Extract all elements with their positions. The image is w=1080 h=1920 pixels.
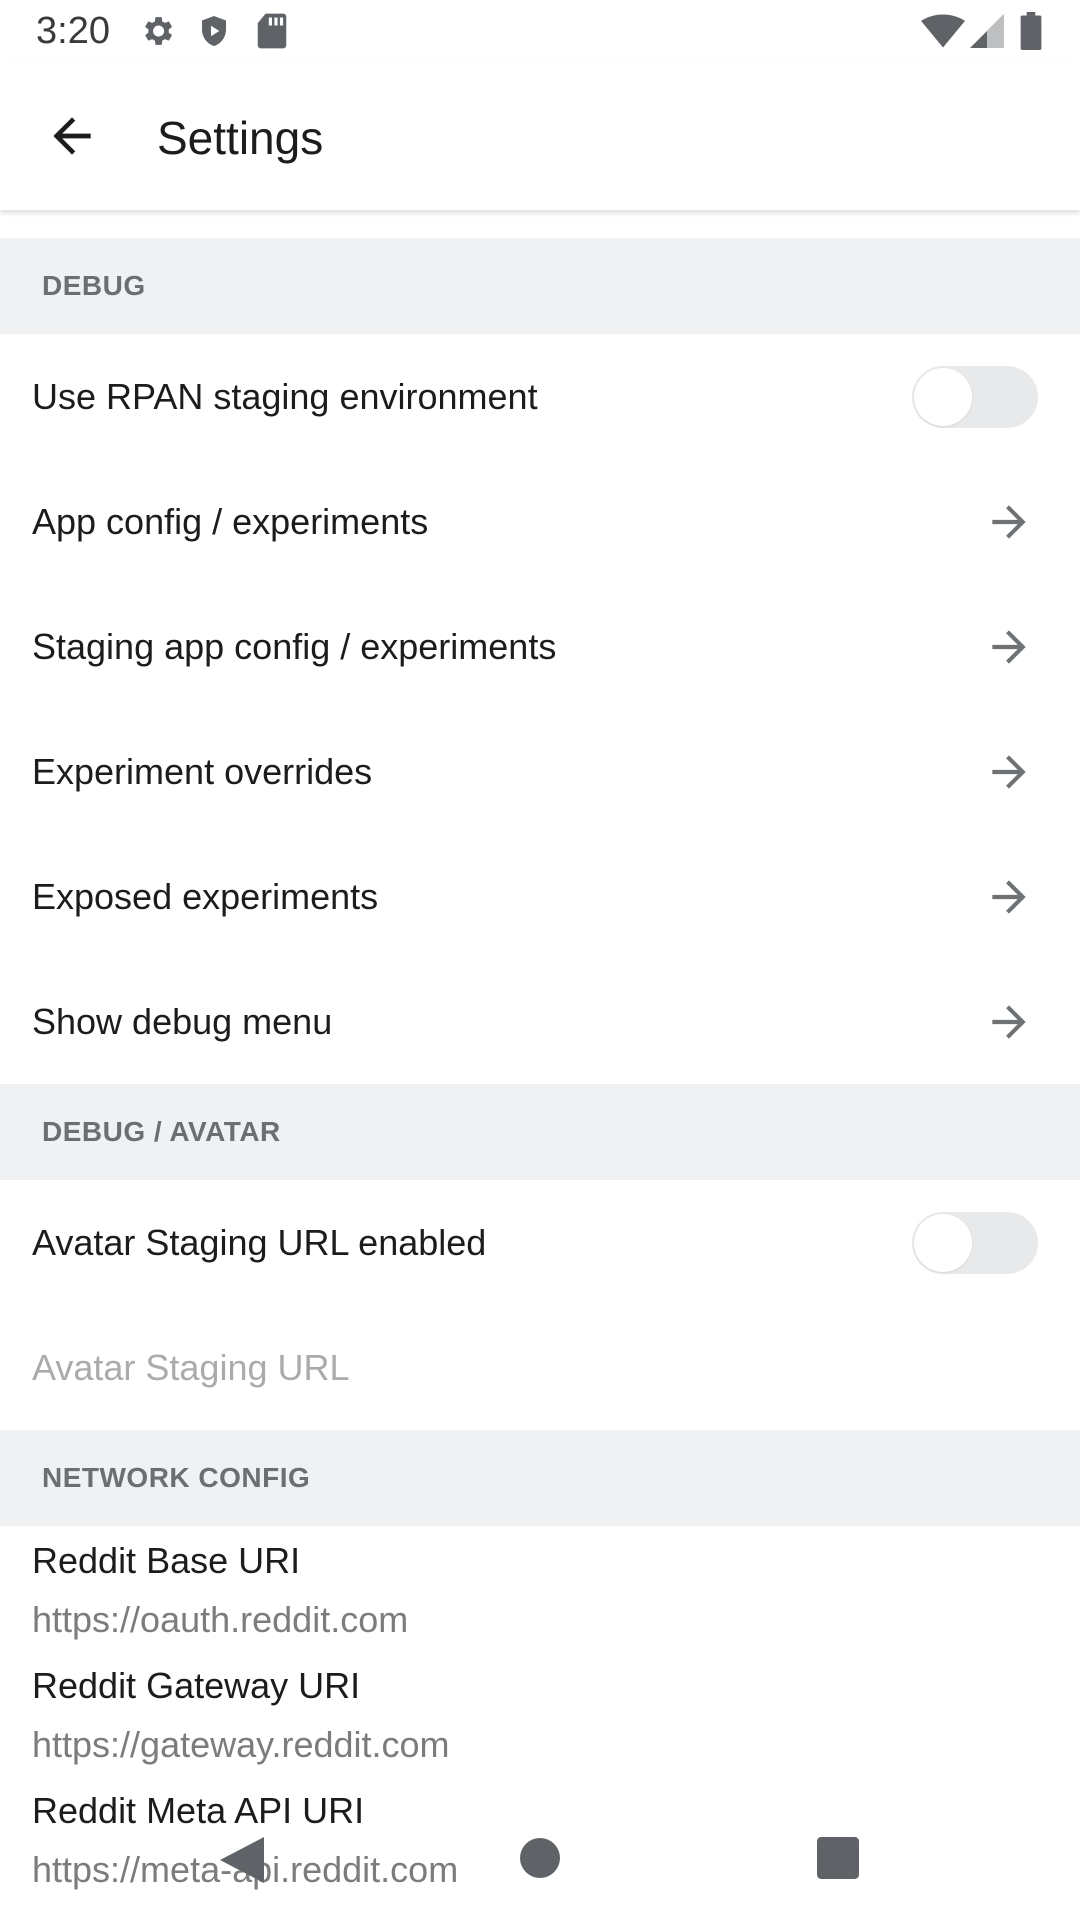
setting-reddit-base-uri[interactable]: Reddit Base URI https://oauth.reddit.com xyxy=(0,1526,1080,1651)
setting-reddit-gateway-uri[interactable]: Reddit Gateway URI https://gateway.reddi… xyxy=(0,1651,1080,1776)
avatar-staging-toggle[interactable] xyxy=(912,1212,1038,1274)
gear-icon xyxy=(145,17,173,45)
network-setting-title: Reddit Base URI xyxy=(32,1540,301,1581)
page-title: Settings xyxy=(157,112,324,164)
network-setting-value: https://gateway.reddit.com xyxy=(32,1724,450,1765)
recents-square-icon[interactable] xyxy=(817,1837,859,1879)
setting-label: Avatar Staging URL enabled xyxy=(32,1222,487,1263)
setting-app-config[interactable]: App config / experiments xyxy=(0,459,1080,584)
network-setting-value: https://oauth.reddit.com xyxy=(32,1599,409,1640)
setting-label: Staging app config / experiments xyxy=(32,626,557,667)
setting-show-debug-menu[interactable]: Show debug menu xyxy=(0,959,1080,1084)
setting-label: Use RPAN staging environment xyxy=(32,376,538,417)
network-setting-title: Reddit Gateway URI xyxy=(32,1665,361,1706)
arrow-right-icon xyxy=(992,1005,1026,1039)
shield-icon xyxy=(202,16,226,46)
setting-avatar-staging-enabled[interactable]: Avatar Staging URL enabled xyxy=(0,1180,1080,1305)
setting-label: App config / experiments xyxy=(32,501,429,542)
toggle-knob xyxy=(914,1214,972,1272)
back-triangle-icon[interactable] xyxy=(220,1837,264,1883)
setting-label: Exposed experiments xyxy=(32,876,379,917)
setting-rpan-staging[interactable]: Use RPAN staging environment xyxy=(0,334,1080,459)
setting-exposed-experiments[interactable]: Exposed experiments xyxy=(0,834,1080,959)
settings-list[interactable]: DEBUG Use RPAN staging environment App c… xyxy=(0,210,1080,1920)
cell-signal-icon xyxy=(970,14,1004,48)
arrow-right-icon xyxy=(992,755,1026,789)
section-header-network-config: NETWORK CONFIG xyxy=(0,1430,1080,1526)
app-bar: Settings xyxy=(0,62,1080,210)
status-time: 3:20 xyxy=(36,10,110,52)
sd-card-icon xyxy=(257,13,287,49)
home-circle-icon[interactable] xyxy=(520,1838,560,1878)
arrow-right-icon xyxy=(992,505,1026,539)
rpan-staging-toggle[interactable] xyxy=(912,366,1038,428)
setting-experiment-overrides[interactable]: Experiment overrides xyxy=(0,709,1080,834)
setting-label: Experiment overrides xyxy=(32,751,373,792)
section-header-debug: DEBUG xyxy=(0,238,1080,334)
network-setting-title: Reddit Meta API URI xyxy=(32,1790,365,1831)
section-header-debug-avatar: DEBUG / AVATAR xyxy=(0,1084,1080,1180)
toggle-knob xyxy=(914,368,972,426)
wifi-icon xyxy=(921,14,965,48)
setting-label: Show debug menu xyxy=(32,1001,333,1042)
setting-label-disabled: Avatar Staging URL xyxy=(32,1347,350,1388)
setting-avatar-staging-url: Avatar Staging URL xyxy=(0,1305,1080,1430)
arrow-right-icon xyxy=(992,880,1026,914)
status-bar: 3:20 xyxy=(0,0,1080,62)
back-arrow-icon[interactable] xyxy=(44,108,100,164)
setting-staging-app-config[interactable]: Staging app config / experiments xyxy=(0,584,1080,709)
arrow-right-icon xyxy=(992,630,1026,664)
battery-icon xyxy=(1020,12,1042,50)
